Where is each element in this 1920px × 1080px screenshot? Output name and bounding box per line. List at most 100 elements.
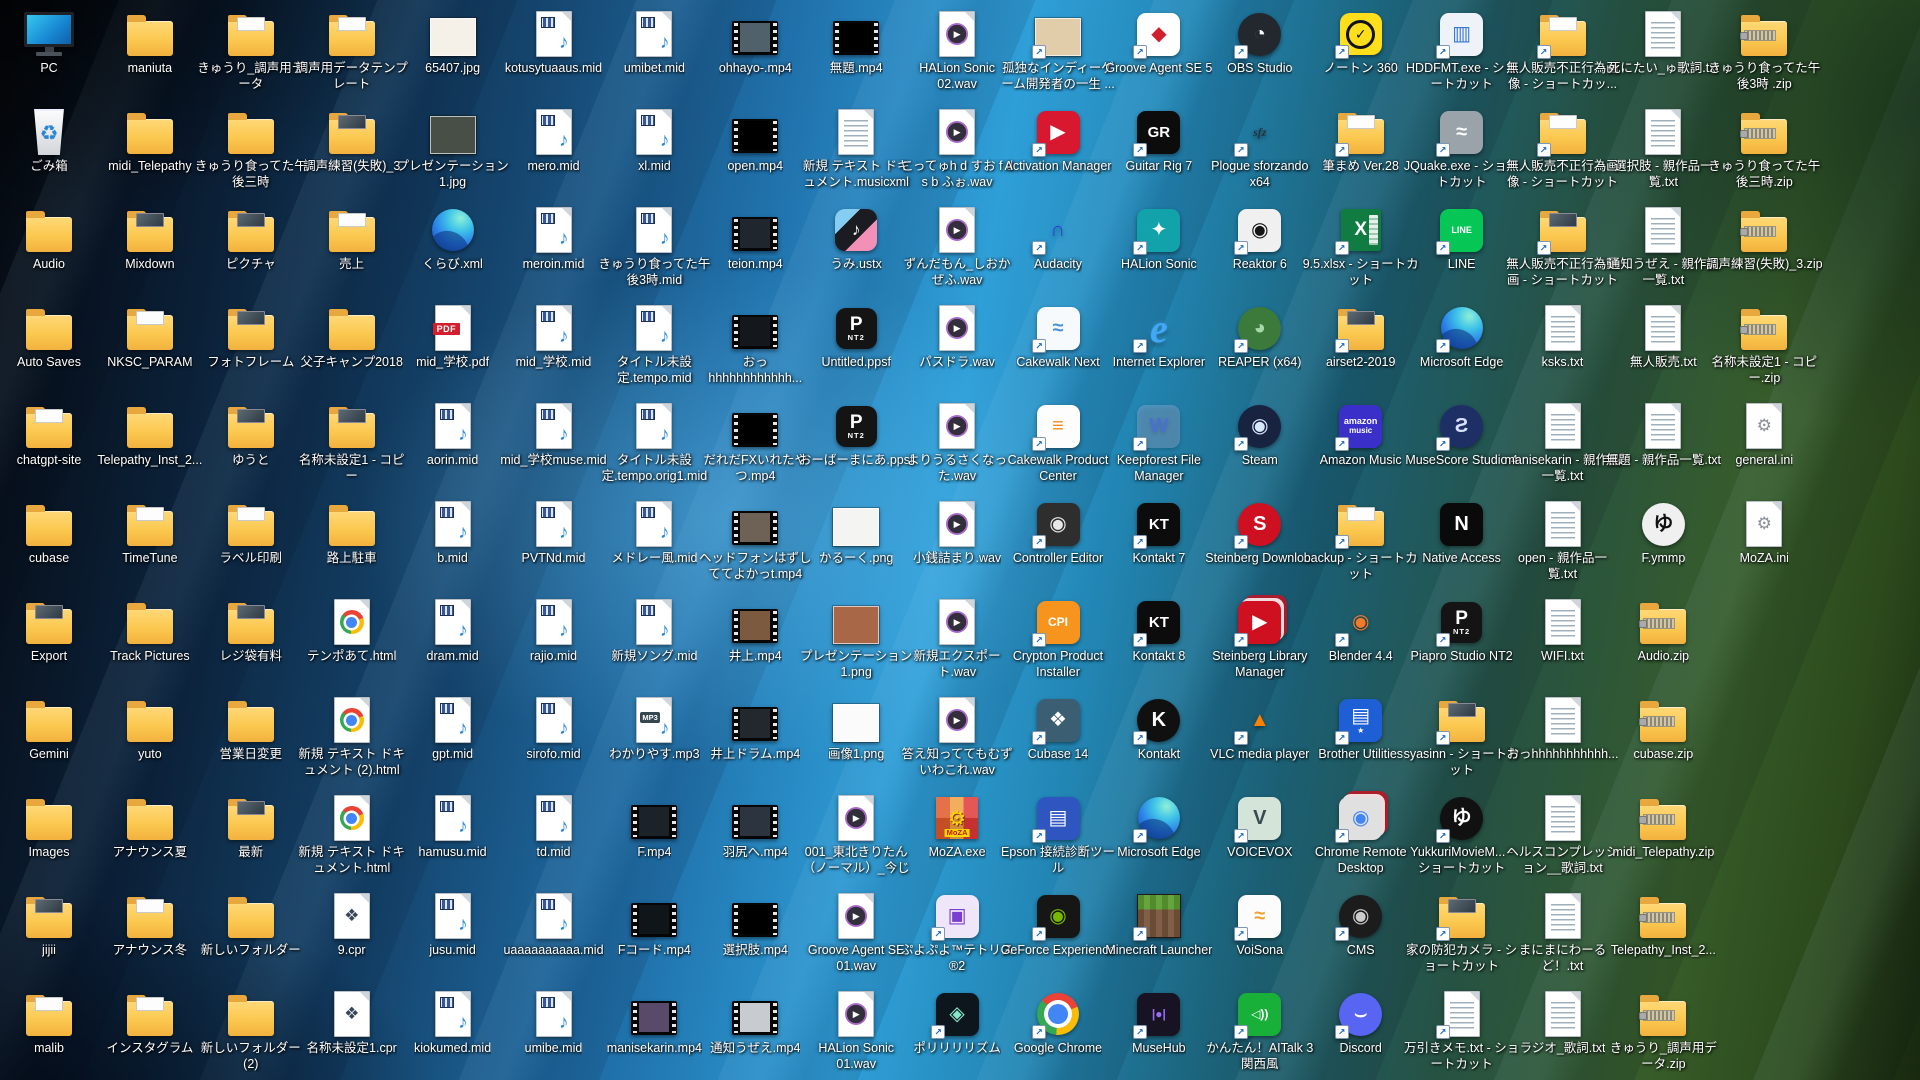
icon-label: 筆まめ Ver.28	[1322, 159, 1398, 175]
minecraft-icon: ↗	[1135, 892, 1183, 940]
icon-label: 9.cpr	[338, 943, 366, 959]
icon-label: VOICEVOX	[1227, 845, 1292, 861]
text-file-icon	[1539, 696, 1587, 744]
wav-file-icon: ▶	[933, 108, 981, 156]
icon-label: Telepathy_Inst_2...	[1611, 943, 1716, 959]
icon-label: 調声練習(失敗)_3.zip	[1706, 257, 1823, 273]
icon-label: yuto	[138, 747, 162, 763]
internet-explorer-icon: e↗	[1135, 304, 1183, 352]
desktop-icon[interactable]: ⚙general.ini	[1704, 402, 1824, 469]
wav-file-icon: ▶	[832, 794, 880, 842]
folder-icon	[328, 402, 376, 450]
app-icon: sfz↗	[1236, 108, 1284, 156]
icon-label: b.mid	[437, 551, 468, 567]
shortcut-arrow-overlay: ↗	[1436, 829, 1450, 843]
zip-folder-icon	[1740, 10, 1788, 58]
shortcut-arrow-overlay: ↗	[1133, 437, 1147, 451]
icon-label: 営業日変更	[220, 747, 283, 763]
icon-label: うみ.ustx	[830, 257, 881, 273]
icon-label: Gemini	[29, 747, 69, 763]
folder-icon	[227, 206, 275, 254]
icon-label: teion.mp4	[728, 257, 783, 273]
icon-label: Mixdown	[125, 257, 174, 273]
shortcut-arrow-overlay: ↗	[1436, 45, 1450, 59]
icon-label: 売上	[339, 257, 364, 273]
icon-label: Auto Saves	[17, 355, 81, 371]
desktop-icon[interactable]: Audio.zip	[1603, 598, 1723, 665]
folder-icon: ↗	[1337, 304, 1385, 352]
wav-file-icon: ▶	[832, 990, 880, 1038]
piapro-icon: PNT2	[832, 402, 880, 450]
icon-label: Audio	[33, 257, 65, 273]
shortcut-arrow-overlay: ↗	[1335, 45, 1349, 59]
desktop-icon[interactable]: 名称未設定1 - コピー.zip	[1704, 304, 1824, 386]
midi-file-icon: ♪	[530, 108, 578, 156]
shortcut-arrow-overlay: ↗	[1133, 241, 1147, 255]
icon-label: Audio.zip	[1638, 649, 1689, 665]
app-icon: ≡↗	[1034, 402, 1082, 450]
desktop-icon[interactable]: きゅうり食ってた午後三時.zip	[1704, 108, 1824, 190]
video-file-icon	[630, 892, 678, 940]
icon-label: くらび.xml	[422, 257, 482, 273]
folder-icon	[227, 794, 275, 842]
icon-label: CMS	[1347, 943, 1375, 959]
shortcut-arrow-overlay: ↗	[1032, 339, 1046, 353]
icon-label: 新規ソング.mid	[611, 649, 697, 665]
cubase-project-icon: ❖	[328, 892, 376, 940]
folder-icon	[227, 892, 275, 940]
midi-file-icon: ♪	[630, 304, 678, 352]
icon-label: 死にたい_ゅ歌詞.txt	[1608, 61, 1719, 77]
icon-label: F.ymmp	[1642, 551, 1686, 567]
icon-label: Native Access	[1422, 551, 1501, 567]
folder-icon: ↗	[1539, 108, 1587, 156]
desktop-icon[interactable]: きゅうり_調声用データ.zip	[1603, 990, 1723, 1072]
shortcut-arrow-overlay: ↗	[1133, 339, 1147, 353]
icon-label: meroin.mid	[523, 257, 585, 273]
folder-icon	[328, 108, 376, 156]
app-icon: ◉↗	[1034, 892, 1082, 940]
app-icon: ◉↗	[1337, 598, 1385, 646]
icon-label: ラジオ_歌詞.txt	[1520, 1041, 1606, 1057]
midi-file-icon: ♪	[530, 794, 578, 842]
folder-icon	[25, 206, 73, 254]
desktop-icon[interactable]: cubase.zip	[1603, 696, 1723, 763]
icon-label: sirofo.mid	[526, 747, 580, 763]
folder-icon	[25, 598, 73, 646]
image-thumbnail-icon	[832, 598, 880, 646]
desktop-icon[interactable]: midi_Telepathy.zip	[1603, 794, 1723, 861]
shortcut-arrow-overlay: ↗	[1032, 535, 1046, 549]
desktop-icon[interactable]: ⚙MoZA.ini	[1704, 500, 1824, 567]
desktop-icon[interactable]: 調声練習(失敗)_3.zip	[1704, 206, 1824, 273]
icon-label: xl.mid	[638, 159, 671, 175]
icon-label: PC	[40, 61, 57, 77]
folder-icon	[25, 794, 73, 842]
icon-label: umibe.mid	[525, 1041, 583, 1057]
icon-label: Internet Explorer	[1113, 355, 1205, 371]
text-file-icon	[1639, 108, 1687, 156]
folder-icon	[227, 598, 275, 646]
text-file-icon	[1539, 598, 1587, 646]
video-file-icon	[630, 990, 678, 1038]
folder-icon	[227, 10, 275, 58]
icon-label: chatgpt-site	[17, 453, 82, 469]
app-icon: ≈↗	[1236, 892, 1284, 940]
icon-label: Blender 4.4	[1329, 649, 1393, 665]
desktop-icon[interactable]: Telepathy_Inst_2...	[1603, 892, 1723, 959]
pdf-file-icon: PDF	[429, 304, 477, 352]
text-file-icon	[832, 108, 880, 156]
text-file-icon	[1639, 402, 1687, 450]
mp3-file-icon: MP3♪	[630, 696, 678, 744]
desktop-icon[interactable]: きゅうり食ってた午後3時 .zip	[1704, 10, 1824, 92]
desktop[interactable]: PC♻ごみ箱AudioAuto Saveschatgpt-sitecubaseE…	[0, 0, 1920, 1080]
icon-label: かるーく.png	[819, 551, 893, 567]
html-file-icon	[328, 598, 376, 646]
icon-label: NKSC_PARAM	[107, 355, 192, 371]
icon-label: LINE	[1448, 257, 1476, 273]
chrome-icon: ↗	[1034, 990, 1082, 1038]
shortcut-arrow-overlay: ↗	[1234, 731, 1248, 745]
folder-icon	[126, 10, 174, 58]
icon-label: ラベル印刷	[220, 551, 283, 567]
midi-file-icon: ♪	[530, 892, 578, 940]
icon-label: メドレー風.mid	[611, 551, 697, 567]
midi-file-icon: ♪	[530, 304, 578, 352]
